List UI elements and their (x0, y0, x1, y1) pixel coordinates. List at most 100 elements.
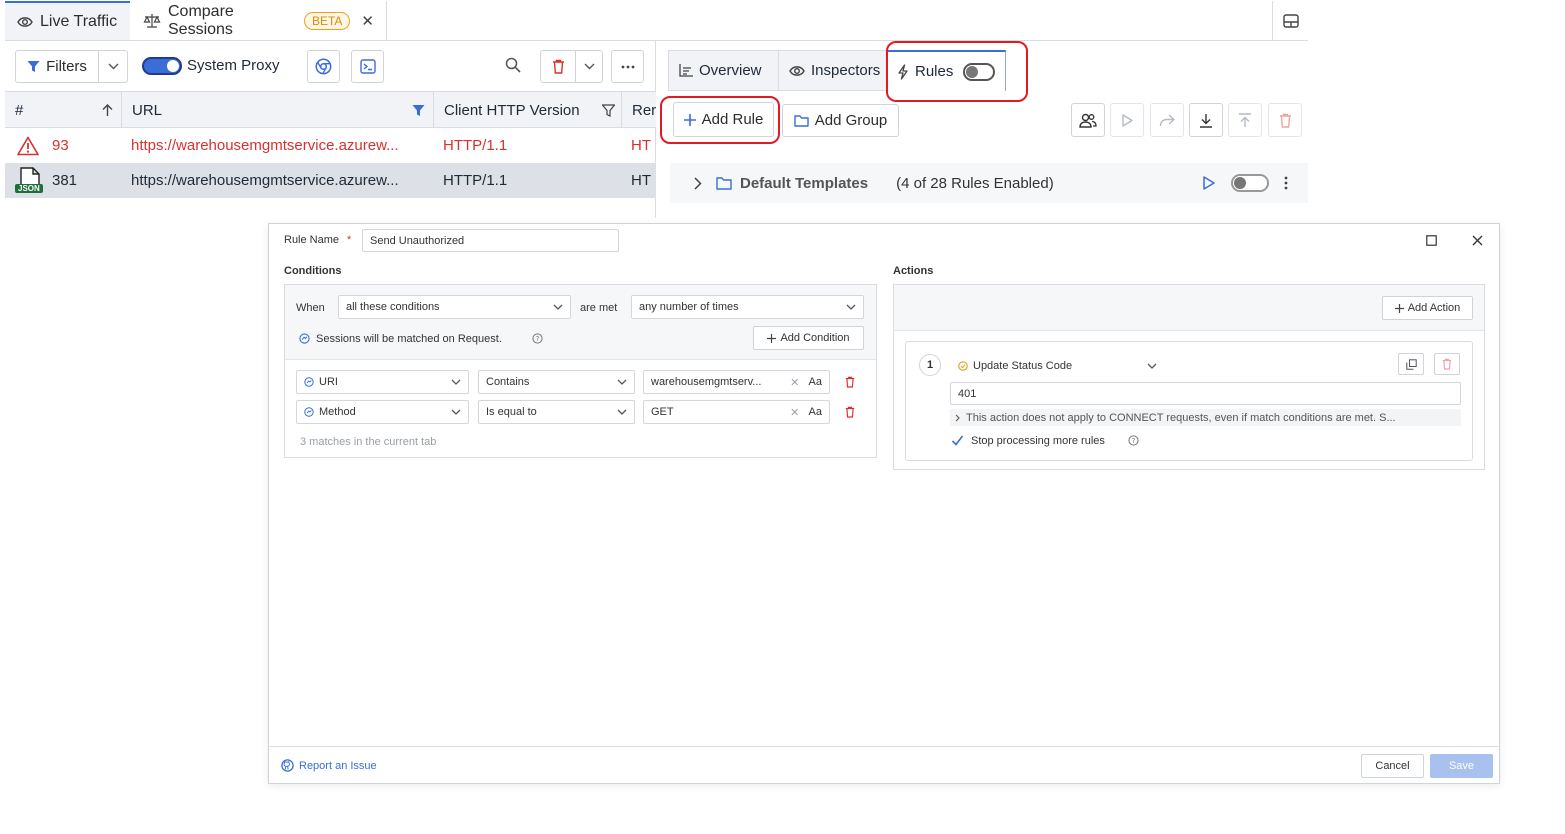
duplicate-action-button[interactable] (1398, 353, 1424, 375)
chevron-right-icon[interactable] (694, 176, 702, 190)
condition-field-select[interactable]: Method (296, 400, 469, 424)
maximize-icon[interactable] (1426, 235, 1437, 246)
browser-launch-button[interactable] (307, 50, 340, 83)
action-note[interactable]: This action does not apply to CONNECT re… (950, 409, 1461, 426)
remove-dropdown[interactable] (576, 63, 602, 70)
filters-dropdown[interactable] (99, 63, 127, 70)
tab-inspectors[interactable]: Inspectors (778, 50, 886, 91)
column-url-label: URL (132, 101, 163, 119)
match-frequency-select[interactable]: any number of times (631, 295, 864, 319)
column-header-url[interactable]: URL (122, 92, 434, 128)
forward-rule-button[interactable] (1150, 103, 1184, 137)
remove-main[interactable] (541, 51, 576, 82)
condition-operator-value: Contains (486, 376, 530, 388)
close-icon[interactable]: ✕ (361, 12, 374, 30)
condition-logic-select[interactable]: all these conditions (338, 295, 571, 319)
tab-compare-sessions[interactable]: Compare Sessions BETA ✕ (131, 1, 387, 40)
more-options-button[interactable] (611, 50, 644, 83)
column-header-number[interactable]: # (5, 92, 122, 128)
row-number: 381 (52, 172, 78, 189)
clear-icon[interactable]: ✕ (790, 406, 799, 419)
action-note-text: This action does not apply to CONNECT re… (966, 411, 1396, 424)
rule-group-name: Default Templates (740, 174, 869, 192)
download-icon (1199, 113, 1213, 128)
action-type-select[interactable]: Update Status Code (950, 354, 1165, 377)
condition-operator-select[interactable]: Contains (478, 370, 635, 394)
terminal-launch-button[interactable] (351, 50, 384, 83)
match-case-toggle[interactable]: Aa (809, 406, 822, 418)
status-code-input[interactable]: 401 (950, 382, 1461, 405)
condition-value-input[interactable]: GET ✕ Aa (643, 400, 830, 424)
play-icon[interactable] (1203, 176, 1215, 190)
scale-icon (143, 13, 161, 29)
tab-live-traffic[interactable]: Live Traffic (5, 1, 130, 40)
add-group-label: Add Group (814, 112, 888, 129)
trash-icon[interactable] (845, 406, 855, 418)
rule-name-input[interactable]: Send Unauthorized (362, 229, 619, 252)
delete-rules-button[interactable] (1268, 103, 1302, 137)
json-badge: JSON (15, 183, 43, 193)
chevron-down-icon (584, 63, 595, 70)
action-card: 1 Update Status Code 401 This action doe… (905, 341, 1473, 461)
table-row[interactable]: 93 https://warehousemgmtservice.azurew..… (5, 128, 656, 163)
search-icon[interactable] (505, 57, 521, 73)
plus-icon (1394, 303, 1404, 313)
terminal-icon (359, 59, 376, 74)
remove-sessions-button[interactable] (540, 50, 603, 83)
condition-field-value: Method (319, 406, 356, 418)
request-match-icon (299, 333, 310, 344)
column-http-version-label: Client HTTP Version (444, 101, 580, 119)
rule-group-row[interactable]: Default Templates (4 of 28 Rules Enabled… (670, 163, 1308, 203)
clear-icon[interactable]: ✕ (790, 376, 799, 389)
filters-button[interactable]: Filters (15, 50, 128, 83)
help-icon[interactable]: ? (1128, 435, 1139, 446)
filters-main[interactable]: Filters (16, 51, 99, 82)
status-code-value: 401 (958, 387, 977, 400)
layout-toggle-button[interactable] (1272, 1, 1308, 40)
run-rule-button[interactable] (1110, 103, 1144, 137)
action-number: 1 (919, 354, 941, 376)
column-header-http-version[interactable]: Client HTTP Version (434, 92, 622, 128)
svg-text:?: ? (536, 335, 540, 343)
checkbox-checked-icon[interactable] (951, 434, 964, 447)
match-note: Sessions will be matched on Request. (316, 333, 502, 345)
filter-active-icon[interactable] (412, 104, 425, 117)
filter-icon[interactable] (602, 103, 615, 117)
add-group-button[interactable]: Add Group (782, 104, 899, 137)
add-action-button[interactable]: Add Action (1382, 296, 1473, 320)
rule-group-toggle[interactable] (1231, 174, 1269, 192)
report-issue-link[interactable]: Report an Issue (299, 760, 377, 772)
condition-field-select[interactable]: URI (296, 370, 469, 394)
eye-icon (789, 65, 805, 77)
tab-inspectors-label: Inspectors (811, 62, 881, 79)
cancel-button[interactable]: Cancel (1361, 754, 1424, 778)
row-url: https://warehousemgmtservice.azurew... (131, 172, 399, 189)
system-proxy-toggle[interactable] (142, 57, 182, 75)
uri-icon (304, 377, 314, 387)
trash-icon[interactable] (845, 376, 855, 388)
condition-value-input[interactable]: warehousemgmtserv... ✕ Aa (643, 370, 830, 394)
more-vertical-icon[interactable] (1284, 176, 1288, 190)
share-rules-button[interactable] (1071, 103, 1105, 137)
column-header-truncated[interactable]: Rer (622, 92, 656, 128)
trash-icon (1279, 113, 1292, 128)
tab-overview[interactable]: Overview (668, 50, 778, 91)
dialog-footer: Report an Issue Cancel Save (269, 746, 1499, 783)
delete-action-button[interactable] (1434, 353, 1460, 375)
row-number: 93 (52, 137, 69, 154)
export-rules-button[interactable] (1228, 103, 1262, 137)
inspector-pane: Overview Inspectors Rules Add Rule Add G… (660, 41, 1308, 218)
chevron-down-icon (617, 409, 627, 415)
close-icon[interactable] (1472, 235, 1483, 246)
match-case-toggle[interactable]: Aa (809, 376, 822, 388)
table-row[interactable]: JSON 381 https://warehousemgmtservice.az… (5, 163, 656, 198)
condition-operator-select[interactable]: Is equal to (478, 400, 635, 424)
save-button[interactable]: Save (1430, 754, 1493, 778)
condition-operator-value: Is equal to (486, 406, 537, 418)
tab-overview-label: Overview (699, 62, 762, 79)
add-condition-button[interactable]: Add Condition (753, 326, 864, 350)
add-rule-highlight (660, 96, 780, 144)
help-icon[interactable]: ? (532, 333, 543, 344)
sessions-pane: Filters System Proxy # URL Client HTTP V… (5, 41, 656, 218)
import-rules-button[interactable] (1189, 103, 1223, 137)
